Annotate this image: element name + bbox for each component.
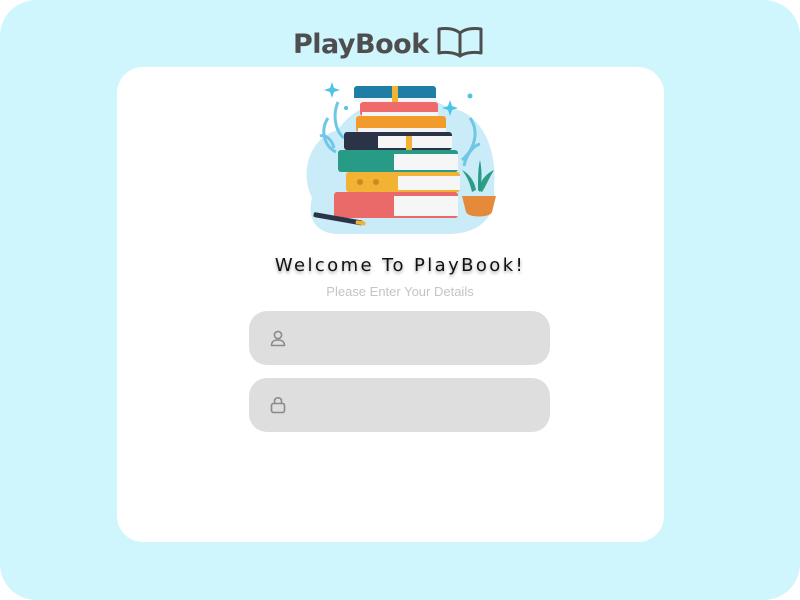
subtitle: Please Enter Your Details [326,284,474,299]
lock-icon [268,395,288,415]
username-field[interactable] [249,310,550,366]
open-book-icon [437,25,483,64]
brand-name: PlayBook [293,28,429,60]
user-icon [268,328,288,348]
password-field[interactable] [249,377,550,433]
app-frame: PlayBook Welcome To PlayBook! Please Ent… [0,0,800,600]
stacked-books-illustration [298,78,502,236]
username-input[interactable] [298,310,534,366]
brand-header: PlayBook [293,24,483,64]
password-input[interactable] [298,377,534,433]
welcome-title: Welcome To PlayBook! [274,255,526,276]
